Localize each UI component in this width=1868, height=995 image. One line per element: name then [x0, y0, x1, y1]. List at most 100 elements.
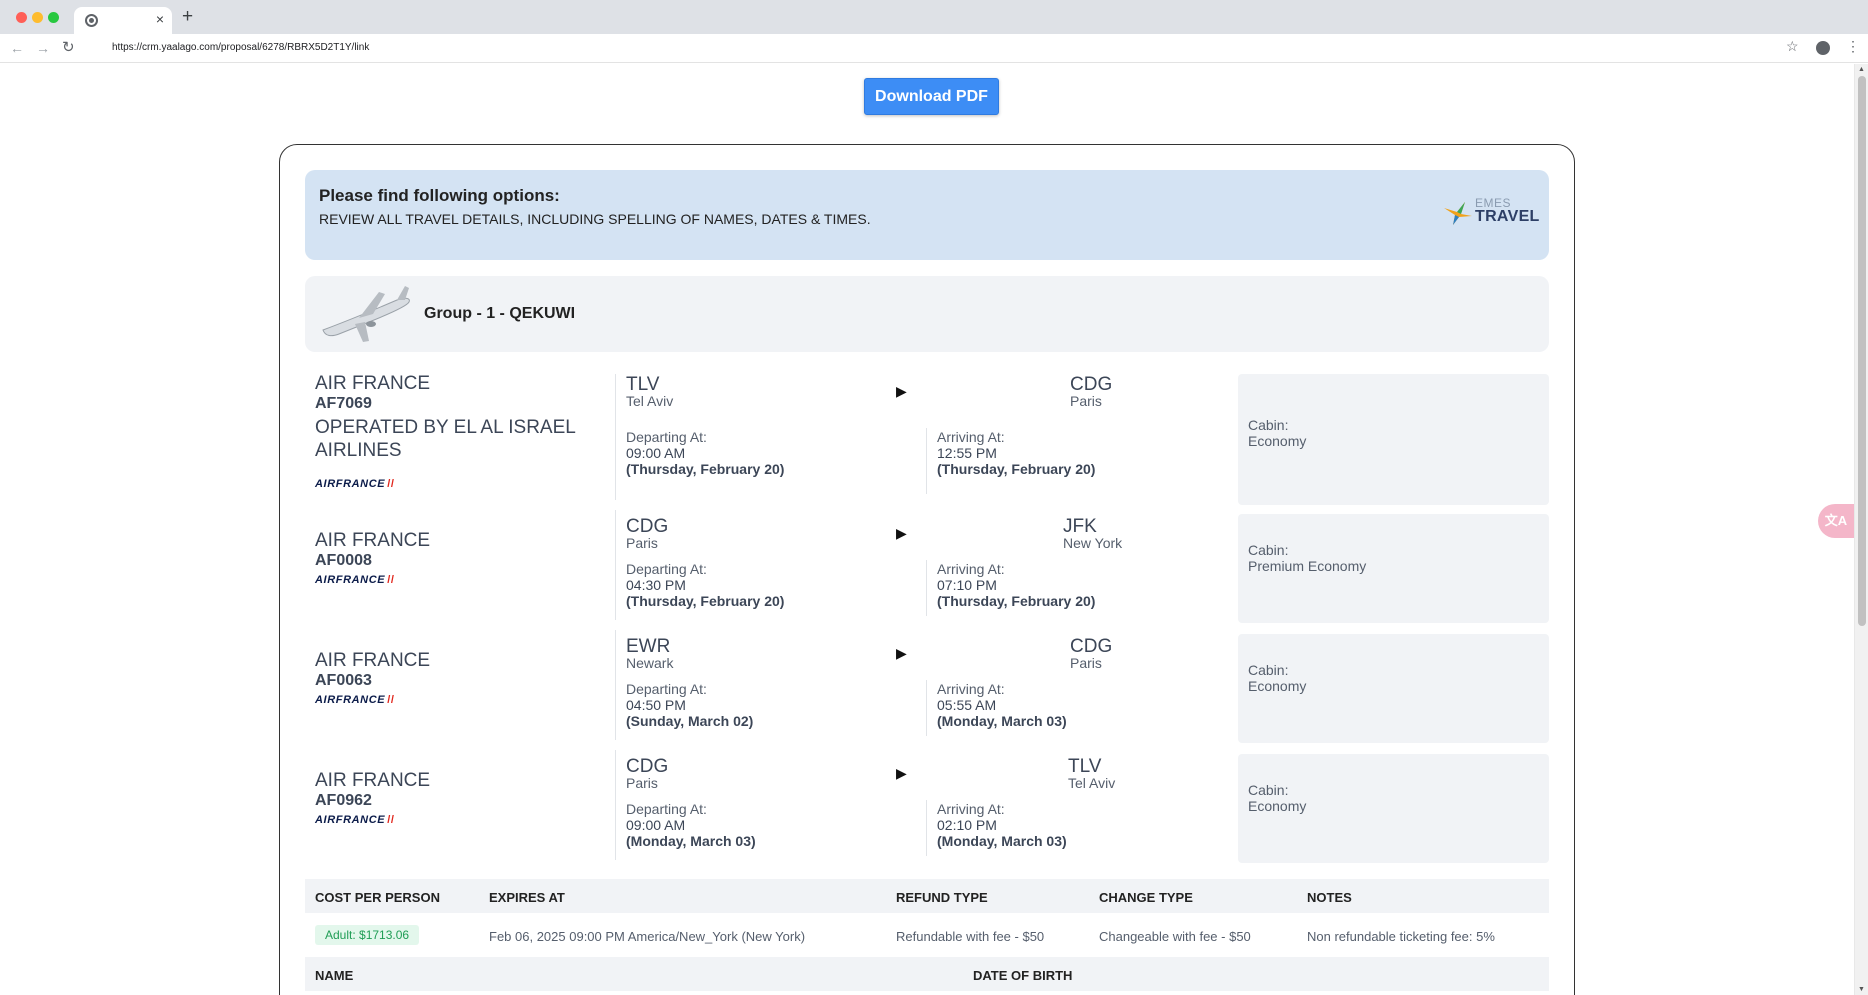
- destination-city: Tel Aviv: [1068, 775, 1116, 791]
- origin-city: Newark: [626, 655, 674, 671]
- column-header: DATE OF BIRTH: [973, 968, 1073, 983]
- browser-tab[interactable]: ×: [74, 7, 172, 34]
- route-arrow-icon: ▶: [896, 383, 907, 399]
- download-pdf-button[interactable]: Download PDF: [864, 78, 999, 115]
- browser-toolbar: ← → ↻ https://crm.yaalago.com/proposal/6…: [0, 34, 1868, 63]
- emes-travel-logo: EMES TRAVEL: [1443, 196, 1539, 230]
- close-window-button[interactable]: [16, 12, 27, 23]
- cabin-label: Cabin:: [1248, 662, 1289, 678]
- arrive-label: Arriving At:: [937, 561, 1005, 577]
- new-tab-button[interactable]: +: [182, 7, 193, 27]
- origin-code: CDG: [626, 516, 669, 537]
- depart-time: 09:00 AM: [626, 445, 686, 461]
- depart-date: (Thursday, February 20): [626, 593, 785, 609]
- arrive-label: Arriving At:: [937, 681, 1005, 697]
- flight-row: AIR FRANCE AF0063 AIRFRANCE// EWR Newark…: [305, 630, 1549, 743]
- cabin-class: Premium Economy: [1248, 558, 1367, 574]
- column-header: CHANGE TYPE: [1099, 890, 1193, 905]
- arrive-date: (Monday, March 03): [937, 833, 1067, 849]
- column-header: REFUND TYPE: [896, 890, 988, 905]
- destination-city: Paris: [1070, 393, 1102, 409]
- operated-by: OPERATED BY EL AL ISRAEL AIRLINES: [315, 417, 576, 461]
- destination-code: JFK: [1063, 516, 1097, 537]
- browser-tab-bar: × +: [0, 0, 1868, 34]
- maximize-window-button[interactable]: [48, 12, 59, 23]
- cabin-panel: Cabin: Economy: [1238, 374, 1549, 505]
- banner-title: Please find following options:: [319, 186, 560, 205]
- flight-number: AF0962: [315, 792, 372, 809]
- star-icon[interactable]: ☆: [1786, 38, 1799, 55]
- column-divider: [615, 510, 616, 620]
- column-divider: [615, 750, 616, 860]
- url-text: https://crm.yaalago.com/proposal/6278/RB…: [112, 42, 370, 53]
- depart-time: 04:30 PM: [626, 577, 686, 593]
- column-header: EXPIRES AT: [489, 890, 565, 905]
- arrive-time: 12:55 PM: [937, 445, 997, 461]
- cabin-panel: Cabin: Premium Economy: [1238, 514, 1549, 623]
- arrive-label: Arriving At:: [937, 429, 1005, 445]
- route-arrow-icon: ▶: [896, 645, 907, 661]
- page-viewport: Download PDF Please find following optio…: [0, 64, 1854, 995]
- tab-close-icon[interactable]: ×: [156, 11, 164, 27]
- arrive-time: 02:10 PM: [937, 817, 997, 833]
- proposal-banner: Please find following options: REVIEW AL…: [305, 170, 1549, 260]
- address-bar[interactable]: https://crm.yaalago.com/proposal/6278/RB…: [90, 37, 1790, 59]
- depart-label: Departing At:: [626, 561, 707, 577]
- logo-text-bottom: TRAVEL: [1475, 208, 1540, 225]
- destination-code: CDG: [1070, 374, 1113, 395]
- flight-row: AIR FRANCE AF0962 AIRFRANCE// CDG Paris …: [305, 750, 1549, 863]
- column-divider: [926, 800, 927, 856]
- group-title: Group - 1 - QEKUWI: [424, 305, 576, 322]
- reload-icon[interactable]: ↻: [62, 39, 75, 57]
- route-arrow-icon: ▶: [896, 525, 907, 541]
- minimize-window-button[interactable]: [32, 12, 43, 23]
- column-divider: [926, 560, 927, 616]
- banner-subtitle: REVIEW ALL TRAVEL DETAILS, INCLUDING SPE…: [319, 211, 871, 227]
- route-arrow-icon: ▶: [896, 765, 907, 781]
- depart-date: (Thursday, February 20): [626, 461, 785, 477]
- scroll-down-icon[interactable]: ▼: [1858, 986, 1865, 993]
- translate-button[interactable]: 文A: [1818, 504, 1854, 538]
- destination-city: Paris: [1070, 655, 1102, 671]
- column-divider: [926, 680, 927, 736]
- menu-icon[interactable]: ⋮: [1846, 38, 1860, 55]
- expires-at: Feb 06, 2025 09:00 PM America/New_York (…: [489, 929, 806, 944]
- notes: Non refundable ticketing fee: 5%: [1307, 929, 1495, 944]
- cabin-class: Economy: [1248, 433, 1307, 449]
- cabin-label: Cabin:: [1248, 417, 1289, 433]
- refund-type: Refundable with fee - $50: [896, 929, 1045, 944]
- table-row: Adult: $1713.06 Feb 06, 2025 09:00 PM Am…: [305, 913, 1549, 957]
- arrive-time: 05:55 AM: [937, 697, 997, 713]
- cabin-panel: Cabin: Economy: [1238, 754, 1549, 863]
- scroll-thumb[interactable]: [1858, 76, 1866, 626]
- flight-number: AF0008: [315, 552, 372, 569]
- depart-label: Departing At:: [626, 681, 707, 697]
- destination-code: TLV: [1068, 756, 1102, 777]
- page-scrollbar[interactable]: ▲ ▼: [1854, 64, 1868, 995]
- column-header: NOTES: [1307, 890, 1352, 905]
- column-divider: [926, 428, 927, 494]
- air-france-logo: AIRFRANCE//: [315, 574, 395, 586]
- arrive-date: (Monday, March 03): [937, 713, 1067, 729]
- origin-city: Paris: [626, 535, 658, 551]
- air-france-logo: AIRFRANCE//: [315, 694, 395, 706]
- profile-icon[interactable]: [1816, 41, 1830, 55]
- group-header: Group - 1 - QEKUWI: [305, 276, 1549, 352]
- cabin-label: Cabin:: [1248, 782, 1289, 798]
- origin-code: TLV: [626, 374, 660, 395]
- column-header: NAME: [315, 968, 354, 983]
- bird-icon: [1444, 202, 1472, 225]
- air-france-logo: AIRFRANCE//: [315, 814, 395, 826]
- forward-icon[interactable]: →: [36, 39, 50, 57]
- depart-label: Departing At:: [626, 801, 707, 817]
- air-france-logo: AIRFRANCE//: [315, 478, 395, 490]
- airline-name: AIR FRANCE: [315, 770, 431, 791]
- origin-city: Tel Aviv: [626, 393, 674, 409]
- airline-name: AIR FRANCE: [315, 373, 431, 394]
- origin-city: Paris: [626, 775, 658, 791]
- back-icon[interactable]: ←: [10, 39, 24, 57]
- depart-date: (Monday, March 03): [626, 833, 756, 849]
- cabin-class: Economy: [1248, 678, 1307, 694]
- passenger-table-header: NAME DATE OF BIRTH: [305, 957, 1549, 991]
- scroll-up-icon[interactable]: ▲: [1858, 66, 1865, 73]
